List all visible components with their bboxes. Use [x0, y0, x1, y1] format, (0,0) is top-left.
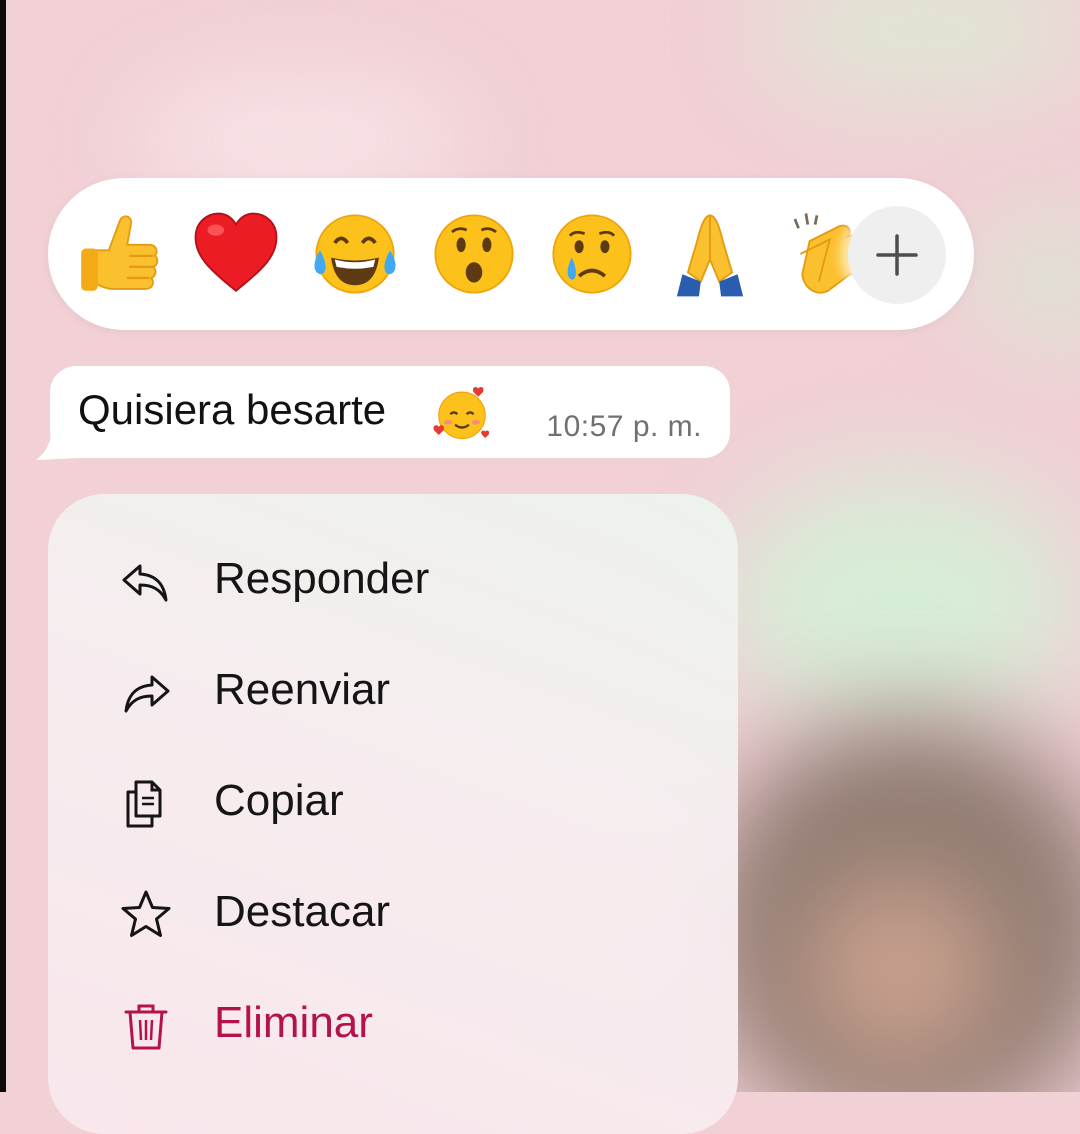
crying-emoji[interactable]	[542, 208, 642, 300]
plus-icon	[876, 234, 918, 276]
message-context-menu: Responder Reenviar Copiar Destacar Elimi…	[48, 494, 738, 1134]
tears-of-joy-emoji[interactable]	[305, 208, 405, 300]
message-timestamp: 10:57 p. m.	[546, 410, 702, 443]
message-bubble[interactable]: Quisiera besarte 10:57 p. m.	[50, 366, 730, 458]
trash-icon	[118, 998, 174, 1054]
star-icon	[118, 887, 174, 943]
menu-label: Reenviar	[214, 665, 391, 714]
menu-label: Responder	[214, 554, 430, 603]
message-text: Quisiera besarte	[78, 386, 387, 433]
menu-label: Eliminar	[214, 998, 373, 1047]
smiling-face-with-hearts-emoji	[433, 386, 490, 440]
copy-icon	[118, 776, 174, 832]
reply-icon	[118, 554, 174, 610]
screen-edge	[0, 0, 6, 1092]
menu-item-destacar[interactable]: Destacar	[118, 867, 678, 957]
menu-label: Copiar	[214, 776, 344, 825]
more-reactions-button[interactable]	[848, 206, 946, 304]
menu-item-reenviar[interactable]: Reenviar	[118, 645, 678, 735]
menu-item-eliminar[interactable]: Eliminar	[118, 978, 678, 1068]
reaction-bar	[48, 178, 974, 330]
menu-label: Destacar	[214, 887, 391, 936]
thumbs-up-emoji[interactable]	[68, 208, 168, 300]
red-heart-emoji[interactable]	[186, 208, 286, 300]
menu-item-responder[interactable]: Responder	[118, 534, 678, 624]
forward-icon	[118, 665, 174, 721]
folded-hands-emoji[interactable]	[660, 208, 760, 300]
menu-item-copiar[interactable]: Copiar	[118, 756, 678, 846]
surprised-emoji[interactable]	[424, 208, 524, 300]
